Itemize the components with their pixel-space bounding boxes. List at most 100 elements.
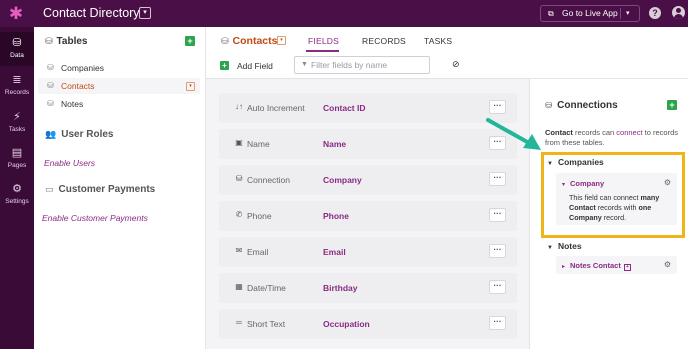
records-icon: ≣ — [12, 74, 22, 86]
field-row[interactable]: ═ Short Text Occupation ··· — [219, 309, 517, 339]
data-icon: ⛁ — [12, 37, 22, 49]
field-name[interactable]: Birthday — [323, 283, 357, 293]
user-roles-label: User Roles — [61, 129, 114, 140]
filter-fields-input[interactable] — [294, 56, 430, 74]
go-to-live-app-button[interactable]: ⧉ Go to Live App ▾ — [540, 5, 640, 22]
connections-icon: ⛁ — [545, 100, 553, 110]
divider — [620, 8, 621, 19]
users-icon: 👥 — [45, 129, 57, 139]
connection-name[interactable]: ▸ Notes Contact + — [562, 261, 631, 271]
more-options-button[interactable]: ··· — [489, 280, 506, 294]
tasks-icon: ⚡ — [13, 111, 21, 123]
settings-icon: ⚙ — [12, 183, 22, 195]
table-icon: ⛁ — [47, 99, 54, 108]
field-type: Email — [247, 247, 269, 257]
hide-fields-icon[interactable]: ⊘ — [452, 59, 460, 70]
nav-item-tasks[interactable]: ⚡ Tasks — [0, 106, 34, 140]
enable-customer-payments-link[interactable]: Enable Customer Payments — [42, 213, 148, 223]
connections-heading: ⛁ Connections — [545, 100, 618, 111]
payment-card-icon: ▭ — [45, 184, 54, 194]
connections-heading-label: Connections — [557, 100, 618, 111]
chevron-down-icon[interactable]: ▾ — [139, 7, 151, 19]
connection-card-notes-contact[interactable]: ▸ Notes Contact + ⚙ — [556, 256, 677, 274]
nav-label: Settings — [5, 198, 29, 205]
tab-fields[interactable]: FIELDS — [308, 36, 339, 46]
annotation-arrow-icon — [486, 118, 541, 150]
more-options-button[interactable]: ··· — [489, 172, 506, 186]
field-name[interactable]: Name — [323, 139, 346, 149]
table-item-label: Companies — [61, 63, 104, 73]
email-icon: ✉ — [235, 246, 243, 255]
more-options-button[interactable]: ··· — [489, 100, 506, 114]
chevron-down-icon[interactable]: ▾ — [277, 36, 286, 45]
active-tab-indicator — [306, 50, 339, 52]
field-name[interactable]: Contact ID — [323, 103, 366, 113]
field-row[interactable]: ✉ Email Email ··· — [219, 237, 517, 267]
nav-item-data[interactable]: ⛁ Data — [0, 32, 34, 66]
nav-label: Records — [4, 89, 30, 96]
tables-heading: ⛁ Tables — [45, 36, 87, 47]
external-link-icon: ⧉ — [548, 9, 554, 18]
top-bar: ✱ Contact Directory ▾ ⧉ Go to Live App ▾… — [0, 0, 688, 27]
connection-group-notes[interactable]: ▼ Notes — [547, 241, 582, 251]
filter-icon: ▼ — [301, 61, 308, 68]
gear-icon[interactable]: ⚙ — [664, 260, 671, 269]
connect-link[interactable]: connect — [616, 128, 642, 137]
group-label: Notes — [557, 241, 582, 251]
field-name[interactable]: Phone — [323, 211, 349, 221]
app-logo-icon[interactable]: ✱ — [7, 5, 25, 23]
current-table-title[interactable]: ⛁ Contacts — [221, 35, 277, 47]
pages-icon: ▤ — [11, 147, 23, 159]
table-icon: ⛁ — [47, 81, 54, 90]
field-row[interactable]: ⛁ Connection Company ··· — [219, 165, 517, 195]
add-field-button[interactable]: Add Field — [237, 61, 273, 71]
chevron-down-icon[interactable]: ▾ — [186, 82, 195, 91]
user-roles-heading: 👥 User Roles — [45, 129, 113, 140]
connections-description: Contact records can connect to records f… — [545, 128, 685, 148]
more-options-button[interactable]: ··· — [489, 244, 506, 258]
phone-icon: ✆ — [235, 210, 243, 219]
field-row[interactable]: ↓↑ Auto Increment Contact ID ··· — [219, 93, 517, 123]
connection-icon: ⛁ — [235, 174, 243, 183]
nav-item-pages[interactable]: ▤ Pages — [0, 142, 34, 176]
add-table-button[interactable]: + — [185, 36, 195, 46]
table-item-companies[interactable]: ⛁ Companies — [38, 60, 200, 76]
field-type: Date/Time — [247, 283, 286, 293]
table-item-notes[interactable]: ⛁ Notes — [38, 96, 200, 112]
field-row[interactable]: ▣ Name Name ··· — [219, 129, 517, 159]
tables-panel: ⛁ Tables + ⛁ Companies ⛁ Contacts ▾ ⛁ Notes … — [34, 27, 206, 349]
add-field-icon[interactable]: + — [220, 61, 229, 70]
tab-records[interactable]: RECORDS — [362, 36, 406, 46]
connection-name-label: Notes Contact — [570, 261, 621, 270]
chevron-down-icon[interactable]: ▾ — [626, 6, 630, 21]
add-connection-button[interactable]: + — [667, 100, 677, 110]
enable-users-link[interactable]: Enable Users — [44, 158, 95, 168]
name-card-icon: ▣ — [235, 138, 243, 147]
field-name[interactable]: Email — [323, 247, 346, 257]
expand-box-icon: + — [623, 264, 631, 271]
nav-item-records[interactable]: ≣ Records — [0, 69, 34, 103]
table-item-contacts[interactable]: ⛁ Contacts ▾ — [38, 78, 200, 94]
field-row[interactable]: ▦ Date/Time Birthday ··· — [219, 273, 517, 303]
app-title[interactable]: Contact Directory — [43, 6, 140, 20]
customer-payments-heading: ▭ Customer Payments — [45, 184, 155, 195]
desc-text: records can — [572, 128, 617, 137]
account-icon[interactable] — [672, 6, 685, 19]
field-name[interactable]: Occupation — [323, 319, 370, 329]
table-header: ⛁ Contacts ▾ FIELDS RECORDS TASKS + Add F… — [206, 27, 688, 79]
more-options-button[interactable]: ··· — [489, 208, 506, 222]
field-list: ↓↑ Auto Increment Contact ID ··· ▣ Name … — [206, 79, 529, 349]
field-name[interactable]: Company — [323, 175, 362, 185]
tab-tasks[interactable]: TASKS — [424, 36, 452, 46]
field-type: Short Text — [247, 319, 286, 329]
table-item-label: Contacts — [61, 81, 95, 91]
field-row[interactable]: ✆ Phone Phone ··· — [219, 201, 517, 231]
tables-heading-label: Tables — [56, 36, 88, 47]
table-icon: ⛁ — [47, 63, 54, 72]
more-options-button[interactable]: ··· — [489, 316, 506, 330]
live-app-label: Go to Live App — [562, 8, 618, 18]
help-icon[interactable]: ? — [649, 7, 661, 19]
nav-item-settings[interactable]: ⚙ Settings — [0, 178, 34, 212]
field-type: Phone — [247, 211, 272, 221]
increment-icon: ↓↑ — [235, 102, 243, 111]
